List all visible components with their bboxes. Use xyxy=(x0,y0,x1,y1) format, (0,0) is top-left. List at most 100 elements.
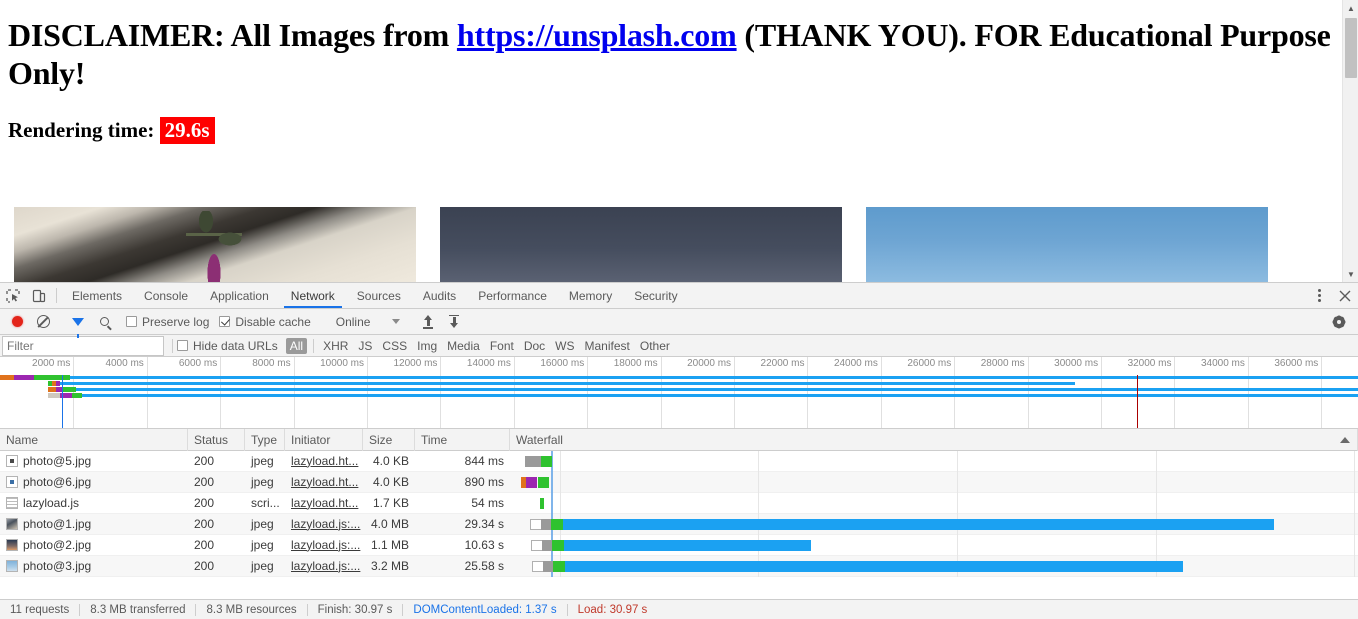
table-row[interactable]: photo@2.jpg 200 jpeg lazyload.js:... 1.1 MB 1… xyxy=(0,534,1358,556)
sort-ascending-icon[interactable] xyxy=(1340,437,1350,443)
tab-application[interactable]: Application xyxy=(199,283,280,308)
cell-initiator-link[interactable]: lazyload.js:... xyxy=(291,559,360,573)
network-overview-timeline[interactable]: 2000 ms 4000 ms 6000 ms 8000 ms 10000 ms 1200… xyxy=(0,357,1358,429)
filter-type-img[interactable]: Img xyxy=(412,339,442,353)
column-header-name[interactable]: Name xyxy=(0,428,188,451)
timeline-tick-label: 12000 ms xyxy=(393,358,438,369)
settings-button[interactable] xyxy=(1326,315,1352,329)
filter-type-media[interactable]: Media xyxy=(442,339,485,353)
cell-name: photo@1.jpg xyxy=(0,514,188,535)
scrollbar-thumb[interactable] xyxy=(1345,18,1357,78)
filter-type-ws[interactable]: WS xyxy=(550,339,579,353)
page-title: DISCLAIMER: All Images from https://unsp… xyxy=(8,16,1334,92)
cell-initiator-link[interactable]: lazyload.js:... xyxy=(291,517,360,531)
cell-time: 25.58 s xyxy=(464,558,504,573)
cell-waterfall[interactable] xyxy=(510,534,1358,556)
hide-data-urls-checkbox[interactable] xyxy=(177,340,188,351)
page-scrollbar[interactable]: ▲ ▼ xyxy=(1342,0,1358,282)
close-devtools-icon[interactable] xyxy=(1332,290,1358,302)
unsplash-link[interactable]: https://unsplash.com xyxy=(457,17,737,53)
filter-toggle-button[interactable] xyxy=(65,317,91,338)
inspect-element-icon[interactable] xyxy=(0,283,26,308)
waterfall-gridline xyxy=(957,471,959,493)
waterfall-gridline xyxy=(957,492,959,514)
table-header-row: Name Status Type Initiator Size Time Wat… xyxy=(0,428,1358,451)
import-har-button[interactable] xyxy=(415,314,441,329)
rendering-time-badge: 29.6s xyxy=(159,117,215,144)
domcontentloaded-marker xyxy=(62,375,63,428)
filter-type-doc[interactable]: Doc xyxy=(519,339,550,353)
waterfall-bar-segment xyxy=(563,539,811,551)
cell-size: 1.7 KB xyxy=(372,495,409,510)
column-header-size[interactable]: Size xyxy=(363,428,415,451)
cell-name: photo@2.jpg xyxy=(0,535,188,556)
tab-performance[interactable]: Performance xyxy=(467,283,558,308)
waterfall-gridline xyxy=(559,450,561,472)
table-row[interactable]: lazyload.js 200 scri... lazyload.ht... 1.7 K… xyxy=(0,492,1358,514)
column-header-initiator[interactable]: Initiator xyxy=(285,428,363,451)
cell-initiator[interactable]: lazyload.ht... xyxy=(285,451,363,472)
preserve-log-checkbox[interactable] xyxy=(126,316,137,327)
cell-initiator-link[interactable]: lazyload.ht... xyxy=(291,496,358,510)
devtools-tabbar: Elements Console Application Network Sou… xyxy=(0,283,1358,309)
timeline-tick-label: 6000 ms xyxy=(178,358,218,369)
overview-bar-download xyxy=(82,394,1358,397)
cell-initiator-link[interactable]: lazyload.js:... xyxy=(291,538,360,552)
table-row[interactable]: photo@6.jpg 200 jpeg lazyload.ht... 4.0 KB 89… xyxy=(0,471,1358,493)
cell-waterfall[interactable] xyxy=(510,450,1358,472)
cell-waterfall[interactable] xyxy=(510,513,1358,535)
overview-bar-download xyxy=(70,376,1358,379)
record-icon xyxy=(11,316,23,327)
table-row[interactable]: photo@3.jpg 200 jpeg lazyload.js:... 3.2 MB 2… xyxy=(0,555,1358,577)
filter-type-css[interactable]: CSS xyxy=(377,339,412,353)
devtools-panel: Elements Console Application Network Sou… xyxy=(0,282,1358,619)
cell-initiator-link[interactable]: lazyload.ht... xyxy=(291,475,358,489)
filter-type-xhr[interactable]: XHR xyxy=(318,339,353,353)
tab-elements[interactable]: Elements xyxy=(61,283,133,308)
filter-type-other[interactable]: Other xyxy=(635,339,675,353)
overview-bar-segment xyxy=(72,393,82,398)
clear-button[interactable] xyxy=(30,315,56,328)
scroll-down-arrow-icon[interactable]: ▼ xyxy=(1343,266,1358,282)
tab-network[interactable]: Network xyxy=(280,283,346,308)
search-button[interactable] xyxy=(91,317,117,326)
record-button[interactable] xyxy=(4,316,30,327)
column-header-status[interactable]: Status xyxy=(188,428,245,451)
tab-elements-label: Elements xyxy=(72,288,123,303)
cell-initiator[interactable]: lazyload.js:... xyxy=(285,556,363,577)
screenshot-root: DISCLAIMER: All Images from https://unsp… xyxy=(0,0,1358,619)
column-header-waterfall[interactable]: Waterfall xyxy=(510,428,1358,451)
waterfall-gridline xyxy=(1354,492,1356,514)
cell-initiator[interactable]: lazyload.js:... xyxy=(285,535,363,556)
tab-console[interactable]: Console xyxy=(133,283,199,308)
filter-type-all[interactable]: All xyxy=(285,337,308,354)
cell-initiator[interactable]: lazyload.ht... xyxy=(285,493,363,514)
column-header-type[interactable]: Type xyxy=(245,428,285,451)
tab-sources[interactable]: Sources xyxy=(346,283,412,308)
cell-initiator[interactable]: lazyload.js:... xyxy=(285,514,363,535)
export-har-button[interactable] xyxy=(441,314,467,329)
cell-waterfall[interactable] xyxy=(510,471,1358,493)
cell-initiator-link[interactable]: lazyload.ht... xyxy=(291,454,358,468)
toggle-device-toolbar-icon[interactable] xyxy=(26,283,52,308)
cell-time: 54 ms xyxy=(471,495,504,510)
waterfall-bar-segment xyxy=(564,560,1184,572)
tab-audits[interactable]: Audits xyxy=(412,283,467,308)
network-throttling-select[interactable]: Online xyxy=(330,315,407,329)
filter-type-manifest[interactable]: Manifest xyxy=(580,339,635,353)
scroll-up-arrow-icon[interactable]: ▲ xyxy=(1343,0,1358,16)
more-options-icon[interactable] xyxy=(1306,289,1332,302)
cell-waterfall[interactable] xyxy=(510,492,1358,514)
filter-type-js[interactable]: JS xyxy=(353,339,377,353)
table-row[interactable]: photo@5.jpg 200 jpeg lazyload.ht... 4.0 KB 84… xyxy=(0,450,1358,472)
cell-waterfall[interactable] xyxy=(510,555,1358,577)
tab-security[interactable]: Security xyxy=(623,283,688,308)
disable-cache-checkbox[interactable] xyxy=(219,316,231,327)
filter-input[interactable] xyxy=(2,335,164,356)
table-row[interactable]: photo@1.jpg 200 jpeg lazyload.js:... 4.0 MB 2… xyxy=(0,513,1358,535)
column-header-time[interactable]: Time xyxy=(415,428,510,451)
image-thumb-icon xyxy=(6,559,18,572)
tab-memory[interactable]: Memory xyxy=(558,283,623,308)
cell-initiator[interactable]: lazyload.ht... xyxy=(285,472,363,493)
filter-type-font[interactable]: Font xyxy=(485,339,519,353)
